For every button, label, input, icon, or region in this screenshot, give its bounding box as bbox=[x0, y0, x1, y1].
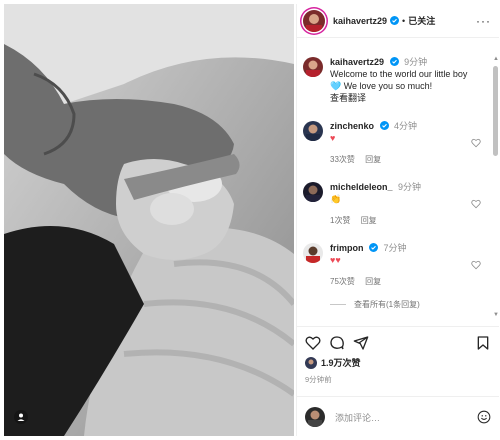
comment-likes[interactable]: 1次赞 bbox=[330, 216, 350, 225]
comment-like-heart-icon[interactable] bbox=[471, 199, 481, 209]
view-replies-link[interactable]: 查看所有(1条回复) bbox=[297, 299, 489, 310]
add-comment-bar: 添加评论… bbox=[297, 396, 499, 437]
caption-time: 9分钟 bbox=[404, 57, 428, 67]
comment-meta: 1次赞 回复 bbox=[330, 215, 485, 226]
comment-item: zinchenko 4分钟 ♥ 33次赞 回复 bbox=[297, 120, 489, 165]
commenter-avatar[interactable] bbox=[303, 243, 323, 263]
more-options-icon[interactable]: ··· bbox=[476, 14, 491, 28]
comments-scrollbar[interactable]: ▲ ▼ bbox=[493, 56, 499, 318]
scrollbar-thumb[interactable] bbox=[493, 66, 498, 156]
add-comment-input[interactable]: 添加评论… bbox=[335, 411, 477, 424]
comments-list: kaihavertz29 9分钟 Welcome to the world ou… bbox=[297, 38, 489, 320]
caption-text-line1: Welcome to the world our little boy bbox=[330, 69, 468, 79]
translate-link[interactable]: 查看翻译 bbox=[330, 92, 485, 104]
comment-text: 👏 bbox=[330, 194, 342, 204]
author-avatar[interactable] bbox=[303, 9, 325, 32]
caption-username[interactable]: kaihavertz29 bbox=[330, 57, 384, 67]
comment-text: ♥ bbox=[330, 133, 336, 143]
verified-badge-icon bbox=[390, 16, 400, 25]
comment-like-heart-icon[interactable] bbox=[471, 260, 481, 270]
heart-icon[interactable] bbox=[305, 335, 321, 351]
verified-badge-icon bbox=[389, 57, 399, 66]
post-header: kaihavertz29 • 已关注 ··· bbox=[297, 4, 499, 38]
post-side-panel: kaihavertz29 • 已关注 ··· kaihavertz29 9分钟 … bbox=[296, 4, 499, 436]
comment-item: micheldeleon_ 9分钟 👏 1次赞 回复 bbox=[297, 181, 489, 226]
follow-state-button[interactable]: 已关注 bbox=[408, 14, 435, 27]
verified-badge-icon bbox=[369, 243, 379, 252]
comment-body: zinchenko 4分钟 ♥ 33次赞 回复 bbox=[330, 120, 485, 165]
view-replies-text[interactable]: 查看所有(1条回复) bbox=[354, 299, 420, 310]
caption-header: kaihavertz29 9分钟 bbox=[330, 56, 485, 68]
reply-button[interactable]: 回复 bbox=[361, 216, 377, 225]
author-avatar-small[interactable] bbox=[303, 57, 323, 77]
comment-username[interactable]: frimpon bbox=[330, 243, 364, 253]
comment-username[interactable]: zinchenko bbox=[330, 121, 374, 131]
comment-header: frimpon 7分钟 bbox=[330, 242, 485, 254]
comment-item: frimpon 7分钟 ♥♥ 75次赞 回复 bbox=[297, 242, 489, 287]
comment-time: 7分钟 bbox=[383, 243, 407, 253]
post-photo[interactable] bbox=[4, 4, 294, 436]
reply-button[interactable]: 回复 bbox=[365, 277, 381, 286]
comment-meta: 75次赞 回复 bbox=[330, 276, 485, 287]
comment-body: frimpon 7分钟 ♥♥ 75次赞 回复 bbox=[330, 242, 485, 287]
replies-divider bbox=[330, 304, 346, 305]
caption-text-line2: 🩵 We love you so much! bbox=[330, 81, 433, 91]
comment-body: micheldeleon_ 9分钟 👏 1次赞 回复 bbox=[330, 181, 485, 226]
liker-avatar bbox=[305, 356, 317, 369]
current-user-avatar bbox=[305, 407, 325, 427]
verified-badge-icon bbox=[379, 121, 389, 130]
likes-summary[interactable]: 1.9万次赞 bbox=[305, 356, 361, 369]
likes-count[interactable]: 1.9万次赞 bbox=[321, 356, 361, 369]
comment-header: zinchenko 4分钟 bbox=[330, 120, 485, 132]
comment-like-heart-icon[interactable] bbox=[471, 138, 481, 148]
comment-meta: 33次赞 回复 bbox=[330, 154, 485, 165]
scroll-down-arrow-icon[interactable]: ▼ bbox=[493, 312, 499, 318]
comment-likes[interactable]: 75次赞 bbox=[330, 277, 355, 286]
post-timestamp: 9分钟前 bbox=[305, 375, 332, 384]
share-icon[interactable] bbox=[353, 335, 369, 351]
comment-header: micheldeleon_ 9分钟 bbox=[330, 181, 485, 193]
comment-username[interactable]: micheldeleon_ bbox=[330, 182, 393, 192]
bookmark-icon[interactable] bbox=[475, 335, 491, 351]
comment-time: 4分钟 bbox=[394, 121, 418, 131]
comment-likes[interactable]: 33次赞 bbox=[330, 155, 355, 164]
comment-text: ♥♥ bbox=[330, 255, 341, 265]
commenter-avatar[interactable] bbox=[303, 121, 323, 141]
author-username[interactable]: kaihavertz29 bbox=[333, 16, 387, 26]
emoji-icon[interactable] bbox=[477, 410, 491, 424]
caption-body: kaihavertz29 9分钟 Welcome to the world ou… bbox=[330, 56, 485, 104]
reply-button[interactable]: 回复 bbox=[365, 155, 381, 164]
user-tag-icon[interactable] bbox=[14, 410, 28, 424]
comment-icon[interactable] bbox=[329, 335, 345, 351]
photo-hands-image bbox=[4, 4, 294, 436]
comment-time: 9分钟 bbox=[398, 182, 422, 192]
commenter-avatar[interactable] bbox=[303, 182, 323, 202]
scroll-up-arrow-icon[interactable]: ▲ bbox=[493, 56, 499, 62]
caption: kaihavertz29 9分钟 Welcome to the world ou… bbox=[297, 56, 489, 104]
separator-dot: • bbox=[402, 15, 406, 26]
